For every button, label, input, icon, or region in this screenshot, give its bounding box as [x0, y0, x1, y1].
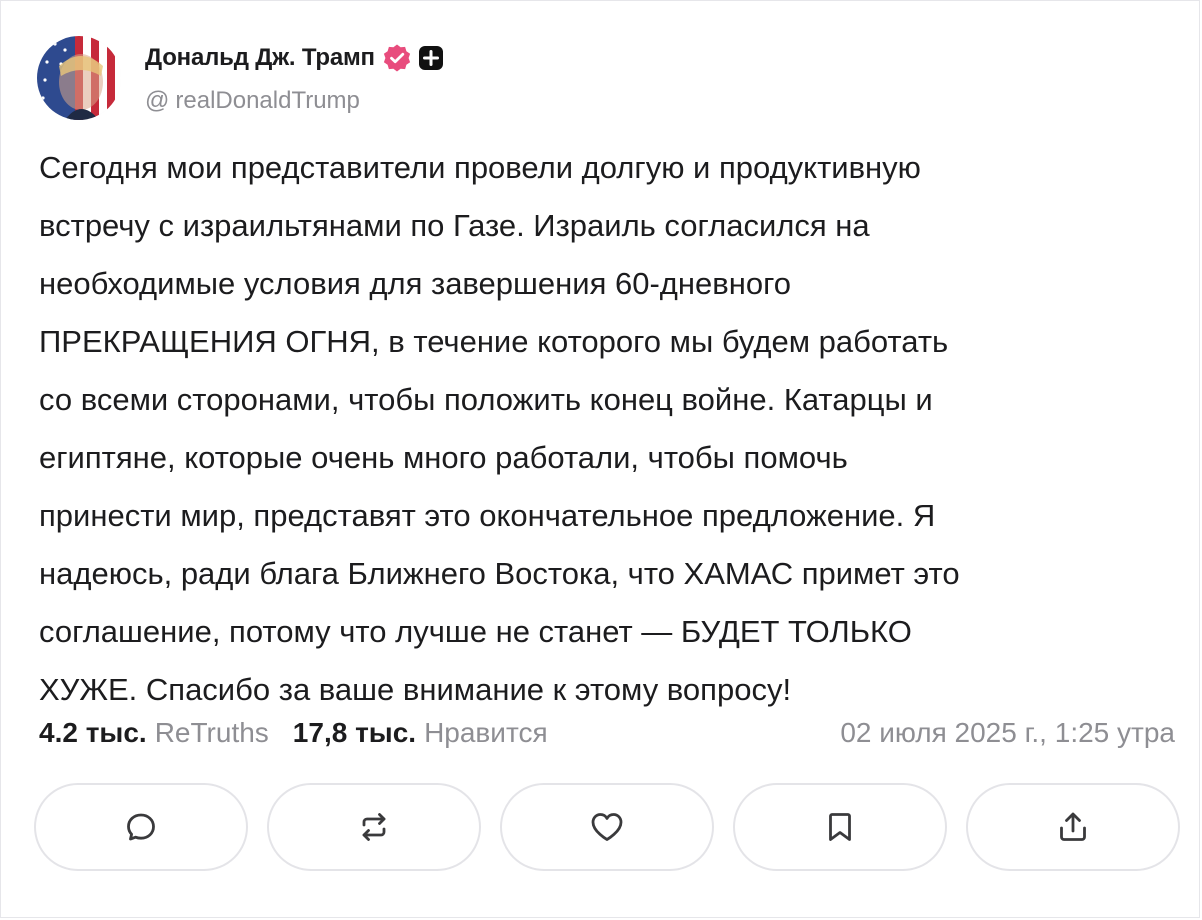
plus-badge-icon [418, 45, 444, 71]
post-stats: 4.2 тыс. ReTruths 17,8 тыс. Нравится 02 … [39, 711, 1175, 755]
display-name[interactable]: Дональд Дж. Трамп [145, 44, 375, 72]
avatar-flag-portrait-icon [37, 36, 121, 120]
verified-badge-icon [382, 43, 412, 73]
bookmark-button[interactable] [733, 783, 947, 871]
heart-icon [591, 813, 623, 841]
post-header: Дональд Дж. Трамп @ realDonaldTrump [37, 35, 444, 121]
post-timestamp: 02 июля 2025 г., 1:25 утра [840, 717, 1175, 748]
handle-row: @ realDonaldTrump [145, 87, 444, 115]
post-card: Дональд Дж. Трамп @ realDonaldTrump Сего… [0, 0, 1200, 918]
author-names: Дональд Дж. Трамп @ realDonaldTrump [145, 41, 444, 115]
retruth-icon [362, 813, 386, 841]
reply-button[interactable] [34, 783, 248, 871]
share-button[interactable] [966, 783, 1180, 871]
retruth-button[interactable] [267, 783, 481, 871]
avatar[interactable] [37, 36, 121, 120]
retruths-count[interactable]: 4.2 тыс. [39, 717, 147, 749]
handle-at-sign: @ [145, 87, 170, 114]
like-button[interactable] [500, 783, 714, 871]
post-text: Сегодня мои представители провели долгую… [39, 150, 960, 707]
reply-bubble-icon [127, 813, 155, 841]
share-icon [1060, 812, 1086, 841]
likes-count[interactable]: 17,8 тыс. [293, 717, 416, 749]
bookmark-icon [829, 813, 851, 841]
retruths-label[interactable]: ReTruths [155, 717, 269, 749]
likes-label[interactable]: Нравится [424, 717, 548, 749]
display-name-row: Дональд Дж. Трамп [145, 41, 444, 75]
handle[interactable]: realDonaldTrump [175, 87, 360, 115]
action-bar [34, 783, 1180, 871]
